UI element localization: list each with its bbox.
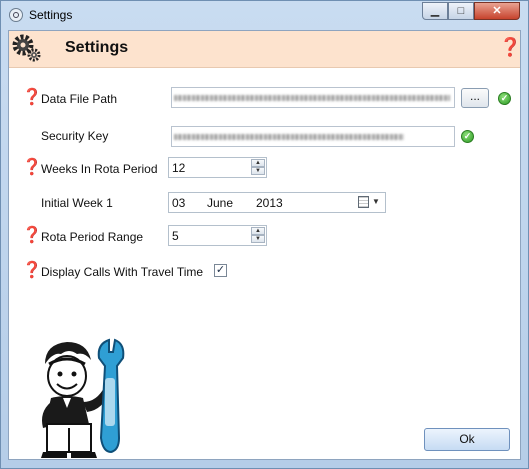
help-icon[interactable]: ❓ xyxy=(22,160,42,176)
rota-period-range-value: 5 xyxy=(172,229,179,243)
gear-icon xyxy=(12,34,41,62)
maximize-button[interactable]: □ xyxy=(448,2,474,20)
mascot-wrench-illustration xyxy=(41,338,125,458)
minimize-button[interactable]: ▁ xyxy=(422,2,448,20)
date-day: 03 xyxy=(172,196,186,210)
weeks-in-rota-label: Weeks In Rota Period xyxy=(41,162,158,176)
ok-button[interactable]: Ok xyxy=(424,428,510,451)
initial-week-label: Initial Week 1 xyxy=(41,196,113,210)
weeks-in-rota-value: 12 xyxy=(172,161,186,175)
display-calls-checkbox[interactable]: ✓ xyxy=(214,264,227,277)
window-title: Settings xyxy=(29,8,73,22)
weeks-in-rota-stepper[interactable]: 12 ▲ ▼ xyxy=(168,157,267,178)
security-key-label: Security Key xyxy=(41,129,109,143)
check-circle-icon: ✓ xyxy=(461,130,474,143)
settings-header: Settings ❓ xyxy=(9,31,521,68)
settings-window: Settings ▁ □ ✕ Settings ❓ ❓ Data File Pa… xyxy=(0,0,529,469)
rota-period-range-stepper[interactable]: 5 ▲ ▼ xyxy=(168,225,267,246)
spin-up-button[interactable]: ▲ xyxy=(251,227,265,235)
close-button[interactable]: ✕ xyxy=(474,2,520,20)
date-month: June xyxy=(207,196,234,210)
chevron-down-icon[interactable]: ▼ xyxy=(372,197,380,206)
rota-period-range-label: Rota Period Range xyxy=(41,230,144,244)
help-icon[interactable]: ❓ xyxy=(22,90,42,106)
initial-week-date-picker[interactable]: 03 June 2013 ▼ xyxy=(168,192,386,213)
security-key-input[interactable] xyxy=(171,126,455,147)
spin-down-button[interactable]: ▼ xyxy=(251,167,265,175)
help-icon[interactable]: ❓ xyxy=(22,263,42,279)
calendar-icon[interactable] xyxy=(358,196,369,208)
date-year: 2013 xyxy=(256,196,283,210)
help-icon[interactable]: ❓ xyxy=(22,228,42,244)
app-icon xyxy=(9,8,23,22)
spin-down-button[interactable]: ▼ xyxy=(251,235,265,243)
page-title: Settings xyxy=(65,39,129,56)
check-circle-icon: ✓ xyxy=(498,92,511,105)
spin-up-button[interactable]: ▲ xyxy=(251,159,265,167)
data-file-path-label: Data File Path xyxy=(41,92,118,106)
help-icon[interactable]: ❓ xyxy=(499,37,521,58)
dialog-body: Settings ❓ ❓ Data File Path ... ✓ Securi… xyxy=(8,30,521,460)
browse-button[interactable]: ... xyxy=(461,88,489,108)
title-bar: Settings ▁ □ ✕ xyxy=(1,1,528,29)
data-file-path-input[interactable] xyxy=(171,87,455,108)
display-calls-label: Display Calls With Travel Time xyxy=(41,265,204,279)
